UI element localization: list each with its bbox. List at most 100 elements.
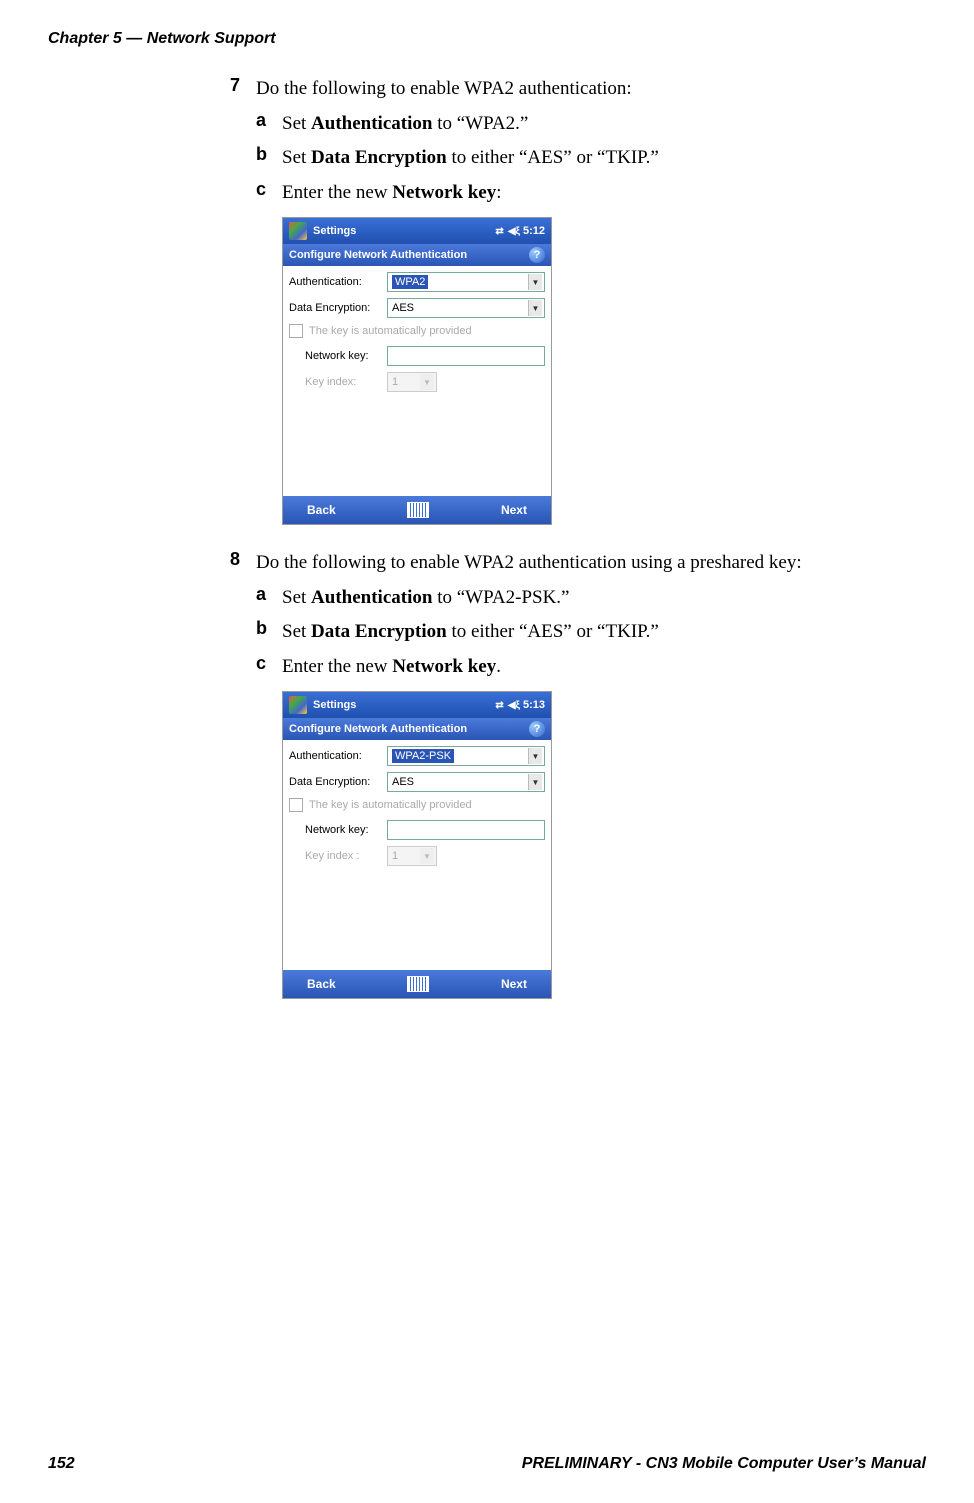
chapter-header: Chapter 5 — Network Support	[48, 30, 276, 48]
footer-text: PRELIMINARY - CN3 Mobile Computer User’s…	[522, 1455, 926, 1473]
page-footer: 152 PRELIMINARY - CN3 Mobile Computer Us…	[48, 1455, 926, 1473]
authentication-label: Authentication:	[289, 276, 387, 288]
key-index-row: Key index: 1 ▼	[289, 372, 545, 392]
help-icon[interactable]: ?	[529, 721, 545, 737]
help-icon[interactable]: ?	[529, 247, 545, 263]
step-8c: c Enter the new Network key.	[256, 653, 930, 682]
chevron-down-icon[interactable]: ▼	[528, 774, 542, 790]
clock-time[interactable]: 5:13	[523, 699, 545, 711]
encryption-value: AES	[392, 302, 414, 314]
title-bar: Settings ⇄ ◀ξ 5:13	[283, 692, 551, 718]
encryption-select[interactable]: AES ▼	[387, 772, 545, 792]
chevron-down-icon[interactable]: ▼	[528, 748, 542, 764]
sub-text: Enter the new Network key:	[282, 179, 502, 208]
authentication-value: WPA2	[392, 275, 428, 289]
keyboard-icon[interactable]	[407, 976, 429, 992]
key-index-select: 1 ▼	[387, 846, 437, 866]
device-window: Settings ⇄ ◀ξ 5:13 Configure Network Aut…	[282, 691, 552, 999]
dialog-title: Configure Network Authentication	[289, 249, 467, 261]
auto-key-checkbox	[289, 324, 303, 338]
chevron-down-icon: ▼	[420, 374, 434, 390]
sub-text: Set Authentication to “WPA2-PSK.”	[282, 584, 570, 613]
network-key-input[interactable]	[387, 346, 545, 366]
chevron-down-icon[interactable]: ▼	[528, 274, 542, 290]
step-8a: a Set Authentication to “WPA2-PSK.”	[256, 584, 930, 613]
auto-key-row: The key is automatically provided	[289, 798, 545, 812]
connectivity-icon[interactable]: ⇄	[495, 700, 503, 711]
dialog-body: Authentication: WPA2 ▼ Data Encryption: …	[283, 266, 551, 496]
sub-letter: c	[256, 653, 282, 674]
window-title: Settings	[313, 699, 491, 711]
encryption-select[interactable]: AES ▼	[387, 298, 545, 318]
key-index-select: 1 ▼	[387, 372, 437, 392]
authentication-value: WPA2-PSK	[392, 749, 454, 763]
encryption-row: Data Encryption: AES ▼	[289, 298, 545, 318]
dialog-title: Configure Network Authentication	[289, 723, 467, 735]
sub-letter: a	[256, 584, 282, 605]
network-key-row: Network key:	[289, 820, 545, 840]
connectivity-icon[interactable]: ⇄	[495, 226, 503, 237]
network-key-row: Network key:	[289, 346, 545, 366]
start-flag-icon[interactable]	[289, 696, 307, 714]
sub-text: Enter the new Network key.	[282, 653, 501, 682]
auto-key-checkbox	[289, 798, 303, 812]
back-button[interactable]: Back	[307, 503, 336, 517]
authentication-row: Authentication: WPA2 ▼	[289, 272, 545, 292]
back-button[interactable]: Back	[307, 977, 336, 991]
authentication-select[interactable]: WPA2 ▼	[387, 272, 545, 292]
title-bar: Settings ⇄ ◀ξ 5:12	[283, 218, 551, 244]
step-8b: b Set Data Encryption to either “AES” or…	[256, 618, 930, 647]
step-text: Do the following to enable WPA2 authenti…	[256, 75, 632, 104]
step-8: 8 Do the following to enable WPA2 authen…	[230, 549, 930, 578]
sub-text: Set Data Encryption to either “AES” or “…	[282, 144, 659, 173]
next-button[interactable]: Next	[501, 503, 527, 517]
encryption-value: AES	[392, 776, 414, 788]
key-index-row: Key index : 1 ▼	[289, 846, 545, 866]
authentication-row: Authentication: WPA2-PSK ▼	[289, 746, 545, 766]
next-button[interactable]: Next	[501, 977, 527, 991]
keyboard-icon[interactable]	[407, 502, 429, 518]
step-7b: b Set Data Encryption to either “AES” or…	[256, 144, 930, 173]
bottom-bar: Back Next	[283, 496, 551, 524]
step-number: 7	[230, 75, 256, 96]
step-text: Do the following to enable WPA2 authenti…	[256, 549, 802, 578]
auto-key-label: The key is automatically provided	[309, 325, 472, 337]
sub-letter: b	[256, 144, 282, 165]
device-window: Settings ⇄ ◀ξ 5:12 Configure Network Aut…	[282, 217, 552, 525]
auto-key-label: The key is automatically provided	[309, 799, 472, 811]
key-index-value: 1	[392, 376, 398, 388]
start-flag-icon[interactable]	[289, 222, 307, 240]
encryption-row: Data Encryption: AES ▼	[289, 772, 545, 792]
sub-letter: b	[256, 618, 282, 639]
key-index-value: 1	[392, 850, 398, 862]
network-key-label: Network key:	[289, 824, 387, 836]
network-key-label: Network key:	[289, 350, 387, 362]
step-7: 7 Do the following to enable WPA2 authen…	[230, 75, 930, 104]
screenshot-2: Settings ⇄ ◀ξ 5:13 Configure Network Aut…	[282, 691, 930, 999]
auto-key-row: The key is automatically provided	[289, 324, 545, 338]
encryption-label: Data Encryption:	[289, 302, 387, 314]
sub-text: Set Authentication to “WPA2.”	[282, 110, 528, 139]
clock-time[interactable]: 5:12	[523, 225, 545, 237]
window-title: Settings	[313, 225, 491, 237]
dialog-body: Authentication: WPA2-PSK ▼ Data Encrypti…	[283, 740, 551, 970]
sub-letter: a	[256, 110, 282, 131]
network-key-input[interactable]	[387, 820, 545, 840]
dialog-subheader: Configure Network Authentication ?	[283, 718, 551, 740]
sub-text: Set Data Encryption to either “AES” or “…	[282, 618, 659, 647]
step-number: 8	[230, 549, 256, 570]
authentication-select[interactable]: WPA2-PSK ▼	[387, 746, 545, 766]
key-index-label: Key index:	[289, 376, 387, 388]
volume-icon[interactable]: ◀ξ	[508, 700, 520, 711]
chevron-down-icon[interactable]: ▼	[528, 300, 542, 316]
encryption-label: Data Encryption:	[289, 776, 387, 788]
authentication-label: Authentication:	[289, 750, 387, 762]
key-index-label: Key index :	[289, 850, 387, 862]
sub-letter: c	[256, 179, 282, 200]
step-7a: a Set Authentication to “WPA2.”	[256, 110, 930, 139]
volume-icon[interactable]: ◀ξ	[508, 226, 520, 237]
bottom-bar: Back Next	[283, 970, 551, 998]
page-number: 152	[48, 1455, 75, 1473]
screenshot-1: Settings ⇄ ◀ξ 5:12 Configure Network Aut…	[282, 217, 930, 525]
main-content: 7 Do the following to enable WPA2 authen…	[230, 75, 930, 1023]
